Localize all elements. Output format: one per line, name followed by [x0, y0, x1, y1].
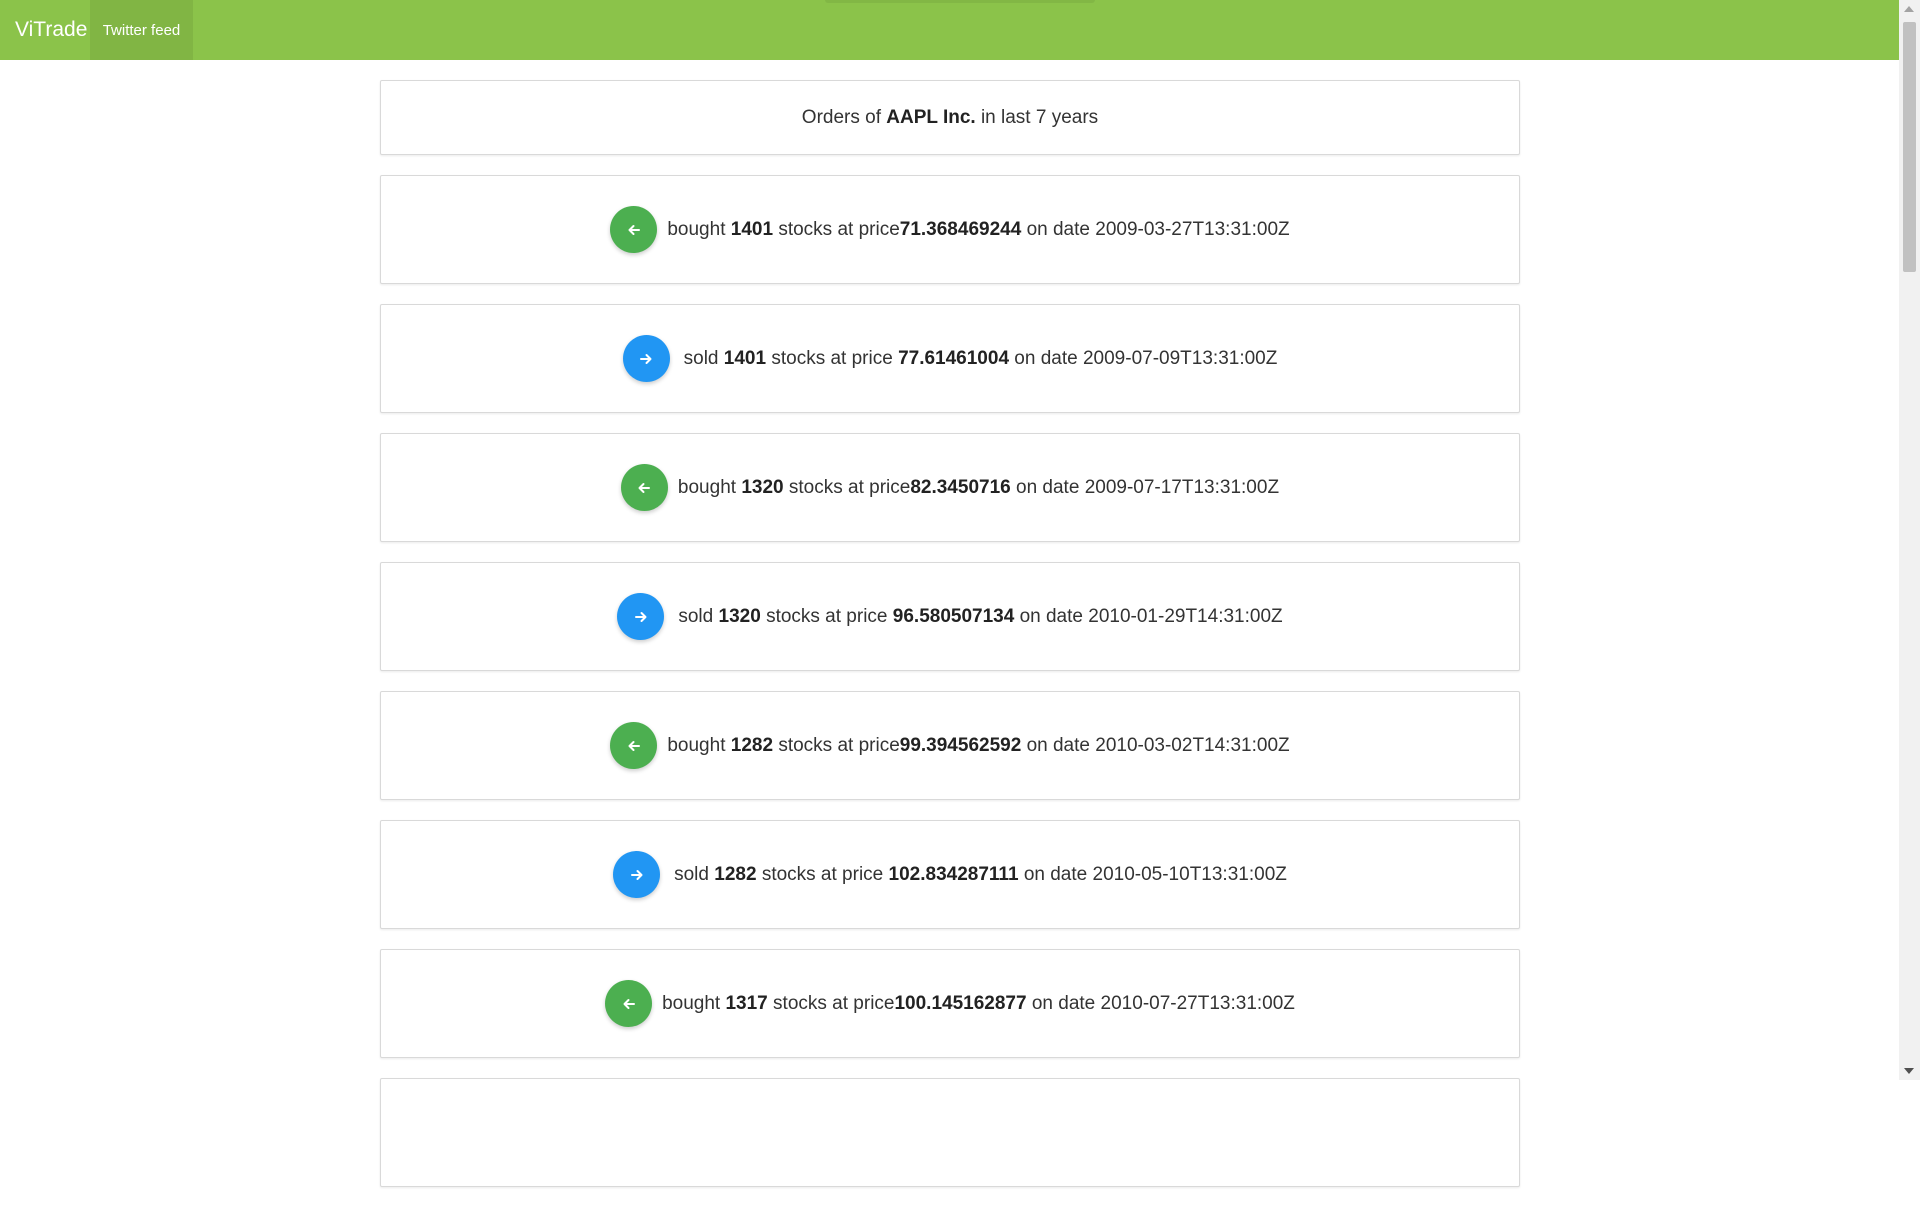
order-date-label: on date: [1023, 863, 1088, 885]
order-date: 2009-03-27T13:31:00Z: [1095, 218, 1290, 240]
order-date: 2010-03-02T14:31:00Z: [1095, 734, 1290, 756]
order-price: 82.3450716: [910, 476, 1011, 498]
order-text: bought 1320 stocks at price82.3450716 on…: [678, 477, 1279, 499]
order-action: bought: [667, 218, 726, 240]
order-quantity: 1401: [730, 218, 774, 240]
sell-order-button[interactable]: [622, 335, 670, 382]
order-price: 100.145162877: [894, 992, 1027, 1014]
top-navbar: ViTrade Twitter feed: [0, 0, 1899, 60]
order-price-label: stocks at price: [766, 605, 888, 627]
arrow-left-icon: [628, 740, 640, 751]
order-quantity: 1282: [714, 863, 757, 885]
company-name: AAPL Inc.: [886, 106, 976, 128]
order-card: sold 1282 stocks at price 102.834287111 …: [380, 820, 1520, 929]
vertical-scrollbar[interactable]: [1899, 0, 1920, 1080]
orders-container: Orders of AAPL Inc. in last 7 years boug…: [380, 80, 1520, 1207]
header-suffix: in last 7 years: [980, 106, 1099, 128]
order-price-label: stocks at price: [773, 992, 895, 1014]
order-date: 2010-01-29T14:31:00Z: [1088, 605, 1283, 627]
order-action: sold: [683, 347, 719, 369]
order-card: sold 1320 stocks at price 96.580507134 o…: [380, 562, 1520, 671]
order-text: bought 1282 stocks at price99.394562592 …: [667, 735, 1289, 757]
order-quantity: 1401: [723, 347, 767, 369]
order-text: bought 1317 stocks at price100.145162877…: [662, 993, 1295, 1015]
arrow-left-icon: [638, 482, 651, 493]
sell-order-button[interactable]: [617, 593, 665, 640]
arrow-right-icon: [630, 869, 643, 880]
order-text: bought 1401 stocks at price71.368469244 …: [667, 219, 1289, 241]
order-action: sold: [674, 863, 709, 885]
order-action: bought: [662, 992, 721, 1014]
order-date-label: on date: [1014, 347, 1078, 369]
order-text: sold 1282 stocks at price 102.834287111 …: [674, 864, 1287, 886]
order-quantity: 1320: [718, 605, 761, 627]
order-price-label: stocks at price: [778, 218, 900, 240]
order-price: 102.834287111: [888, 863, 1019, 885]
order-text: sold 1320 stocks at price 96.580507134 o…: [678, 606, 1282, 628]
header-prefix: Orders of: [801, 106, 881, 128]
overscroll-indicator: [825, 0, 1095, 3]
order-card: bought 1282 stocks at price99.394562592 …: [380, 691, 1520, 800]
buy-order-button[interactable]: [610, 722, 658, 769]
scrollbar-thumb[interactable]: [1903, 22, 1916, 272]
order-card-partial: [380, 1078, 1520, 1187]
order-quantity: 1282: [730, 734, 774, 756]
order-date-label: on date: [1016, 476, 1080, 498]
order-price: 96.580507134: [892, 605, 1015, 627]
sell-order-button[interactable]: [613, 851, 661, 898]
order-price-label: stocks at price: [771, 347, 893, 369]
order-price-label: stocks at price: [761, 863, 884, 885]
order-text: sold 1401 stocks at price 77.61461004 on…: [684, 348, 1278, 370]
arrow-right-icon: [634, 611, 647, 622]
order-price-label: stocks at price: [788, 476, 911, 498]
order-date: 2009-07-17T13:31:00Z: [1084, 476, 1280, 498]
order-card: sold 1401 stocks at price 77.61461004 on…: [380, 304, 1520, 413]
order-quantity: 1320: [741, 476, 784, 498]
order-card: bought 1320 stocks at price82.3450716 on…: [380, 433, 1520, 542]
order-action: bought: [677, 476, 737, 498]
order-price: 99.394562592: [899, 734, 1022, 756]
arrow-left-icon: [628, 224, 640, 235]
order-price-label: stocks at price: [778, 734, 900, 756]
order-date: 2010-05-10T13:31:00Z: [1092, 863, 1287, 885]
order-card: bought 1401 stocks at price71.368469244 …: [380, 175, 1520, 284]
order-action: sold: [678, 605, 714, 627]
order-date-label: on date: [1019, 605, 1083, 627]
buy-order-button[interactable]: [605, 980, 653, 1027]
order-quantity: 1317: [725, 992, 768, 1014]
scroll-down-arrow-icon[interactable]: [1904, 1068, 1914, 1074]
order-date-label: on date: [1031, 992, 1096, 1014]
order-card: bought 1317 stocks at price100.145162877…: [380, 949, 1520, 1058]
buy-order-button[interactable]: [620, 464, 668, 511]
buy-order-button[interactable]: [610, 206, 658, 253]
order-price: 77.61461004: [898, 347, 1010, 369]
order-date: 2009-07-09T13:31:00Z: [1082, 347, 1278, 369]
brand-logo[interactable]: ViTrade: [0, 0, 90, 60]
order-price: 71.368469244: [899, 218, 1022, 240]
order-action: bought: [667, 734, 726, 756]
order-date-label: on date: [1026, 218, 1090, 240]
scroll-up-arrow-icon[interactable]: [1904, 6, 1914, 12]
order-date-label: on date: [1026, 734, 1090, 756]
arrow-right-icon: [640, 353, 652, 364]
order-date: 2010-07-27T13:31:00Z: [1100, 992, 1295, 1014]
orders-header-card: Orders of AAPL Inc. in last 7 years: [380, 80, 1520, 155]
nav-twitter-feed[interactable]: Twitter feed: [90, 0, 193, 60]
arrow-left-icon: [623, 998, 635, 1009]
